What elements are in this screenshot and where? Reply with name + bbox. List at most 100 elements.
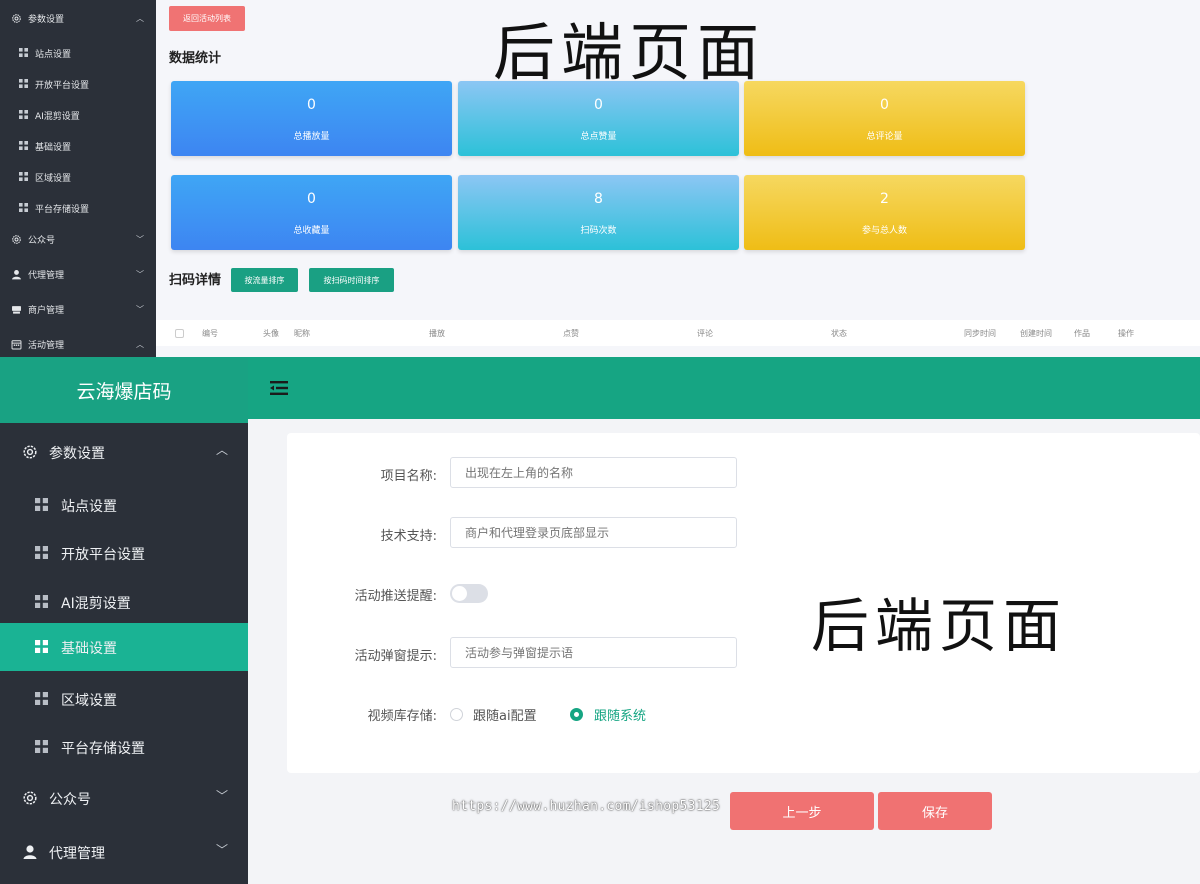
stat-card-total-plays: 0 总播放量 <box>171 81 452 156</box>
grid-icon <box>35 740 48 753</box>
bottom-sidebar: 云海爆店码 参数设置 ︿ 站点设置 开放平台设置 AI混剪设置 基础设置 区域设… <box>0 357 248 884</box>
storage-follow-system-label[interactable]: 跟随系统 <box>594 705 646 724</box>
sidebar-item-params[interactable]: 参数设置 ︿ <box>0 428 248 476</box>
gear-icon <box>23 791 37 805</box>
top-sidebar-sub-basic[interactable]: 基础设置 <box>0 131 156 162</box>
top-sidebar-sub-storage[interactable]: 平台存储设置 <box>0 193 156 224</box>
grid-icon <box>35 498 48 511</box>
chevron-up-icon: ︿ <box>136 340 144 349</box>
stat-value: 0 <box>594 97 603 113</box>
column-header: 状态 <box>831 329 847 338</box>
top-sidebar-sub-open-platform[interactable]: 开放平台设置 <box>0 69 156 100</box>
chevron-up-icon: ︿ <box>136 14 144 23</box>
bottom-screenshot: 云海爆店码 参数设置 ︿ 站点设置 开放平台设置 AI混剪设置 基础设置 区域设… <box>0 357 1200 884</box>
stat-value: 2 <box>880 191 889 207</box>
sidebar-sub-label: 基础设置 <box>35 143 72 153</box>
column-header: 同步时间 <box>964 329 996 338</box>
sidebar-item-official-account[interactable]: 公众号 ﹀ <box>0 774 248 822</box>
stat-label: 总收藏量 <box>293 226 330 236</box>
sidebar-sub-open-platform[interactable]: 开放平台设置 <box>0 529 248 577</box>
column-header: 头像 <box>263 329 279 338</box>
sidebar-sub-label: 区域设置 <box>35 174 72 184</box>
sidebar-item-label: 公众号 <box>49 792 91 808</box>
grid-icon <box>35 546 48 559</box>
sidebar-item-label: 商户管理 <box>28 306 65 316</box>
grid-icon <box>35 640 48 653</box>
sidebar-item-label: 参数设置 <box>28 15 65 25</box>
top-sidebar-item-activity[interactable]: 活动管理 ︿ <box>0 329 156 357</box>
stat-card-total-favorites: 0 总收藏量 <box>171 175 452 250</box>
chevron-down-icon: ﹀ <box>136 270 144 279</box>
grid-icon <box>35 595 48 608</box>
previous-step-button[interactable]: 上一步 <box>730 792 874 830</box>
sidebar-sub-region[interactable]: 区域设置 <box>0 675 248 723</box>
sidebar-sub-label: AI混剪设置 <box>35 112 80 122</box>
sidebar-item-label: 公众号 <box>28 236 56 246</box>
column-header: 评论 <box>697 329 713 338</box>
stat-label: 总评论量 <box>866 132 903 142</box>
sidebar-item-agent[interactable]: 代理管理 ﹀ <box>0 828 248 876</box>
gear-icon <box>12 235 21 244</box>
stat-value: 0 <box>307 97 316 113</box>
user-icon <box>12 270 21 280</box>
top-sidebar-sub-region[interactable]: 区域设置 <box>0 162 156 193</box>
storage-follow-ai-label[interactable]: 跟随ai配置 <box>473 705 537 724</box>
tech-support-input[interactable] <box>450 517 737 548</box>
sort-by-scan-time-button[interactable]: 按扫码时间排序 <box>309 268 394 292</box>
stat-card-participants: 2 参与总人数 <box>744 175 1025 250</box>
top-sidebar-sub-ai-mix[interactable]: AI混剪设置 <box>0 100 156 131</box>
sidebar-sub-label: 区域设置 <box>61 693 117 709</box>
stat-value: 0 <box>307 191 316 207</box>
stats-title: 数据统计 <box>169 51 222 66</box>
column-header: 操作 <box>1118 329 1134 338</box>
tech-support-label: 技术支持: <box>380 529 437 544</box>
select-all-checkbox[interactable] <box>175 329 184 338</box>
user-icon <box>23 845 37 859</box>
column-header: 创建时间 <box>1020 329 1052 338</box>
top-sidebar-item-official-account[interactable]: 公众号 ﹀ <box>0 224 156 255</box>
top-sidebar-sub-site[interactable]: 站点设置 <box>0 38 156 69</box>
stat-value: 8 <box>594 191 603 207</box>
column-header: 点赞 <box>563 329 579 338</box>
top-navbar <box>248 357 1200 419</box>
push-reminder-toggle[interactable] <box>450 584 488 603</box>
sidebar-sub-ai-mix[interactable]: AI混剪设置 <box>0 578 248 626</box>
overlay-caption: 后端页面 <box>811 592 1068 660</box>
top-sidebar: 参数设置 ︿ 站点设置 开放平台设置 AI混剪设置 基础设置 区域设置 平台存储… <box>0 0 156 357</box>
storage-follow-ai-radio[interactable] <box>450 708 463 721</box>
storage-follow-system-radio[interactable] <box>570 708 583 721</box>
sidebar-sub-label: 站点设置 <box>61 499 117 515</box>
sidebar-sub-label: 基础设置 <box>61 641 117 657</box>
scan-table-header: 编号 头像 昵称 播放 点赞 评论 状态 同步时间 创建时间 作品 操作 <box>156 320 1200 346</box>
push-reminder-label: 活动推送提醒: <box>354 589 437 604</box>
popup-tip-input[interactable] <box>450 637 737 668</box>
sidebar-sub-label: AI混剪设置 <box>61 596 131 612</box>
chevron-up-icon: ︿ <box>215 443 228 457</box>
grid-icon <box>19 172 28 181</box>
chevron-down-icon: ﹀ <box>215 789 228 803</box>
grid-icon <box>19 110 28 119</box>
sidebar-item-label: 参数设置 <box>49 446 105 462</box>
gear-icon <box>23 445 37 459</box>
sidebar-sub-site[interactable]: 站点设置 <box>0 481 248 529</box>
stat-card-scan-count: 8 扫码次数 <box>458 175 739 250</box>
stat-label: 总点赞量 <box>580 132 617 142</box>
menu-collapse-icon[interactable] <box>270 381 288 395</box>
column-header: 编号 <box>202 329 218 338</box>
toggle-knob <box>452 586 467 601</box>
sidebar-sub-basic[interactable]: 基础设置 <box>0 623 248 671</box>
sidebar-item-label: 代理管理 <box>28 271 65 281</box>
sort-by-traffic-button[interactable]: 按流量排序 <box>231 268 298 292</box>
sidebar-sub-storage[interactable]: 平台存储设置 <box>0 723 248 771</box>
chevron-down-icon: ﹀ <box>215 843 228 857</box>
overlay-caption: 后端页面 <box>493 16 766 89</box>
top-sidebar-item-params[interactable]: 参数设置 ︿ <box>0 3 156 34</box>
column-header: 播放 <box>429 329 445 338</box>
sidebar-item-label: 代理管理 <box>49 846 105 862</box>
sidebar-item-label: 活动管理 <box>28 341 65 351</box>
top-sidebar-item-merchant[interactable]: 商户管理 ﹀ <box>0 294 156 325</box>
back-to-activity-list-button[interactable]: 返回活动列表 <box>169 6 245 31</box>
top-sidebar-item-agent[interactable]: 代理管理 ﹀ <box>0 259 156 290</box>
save-button[interactable]: 保存 <box>878 792 992 830</box>
project-name-input[interactable] <box>450 457 737 488</box>
